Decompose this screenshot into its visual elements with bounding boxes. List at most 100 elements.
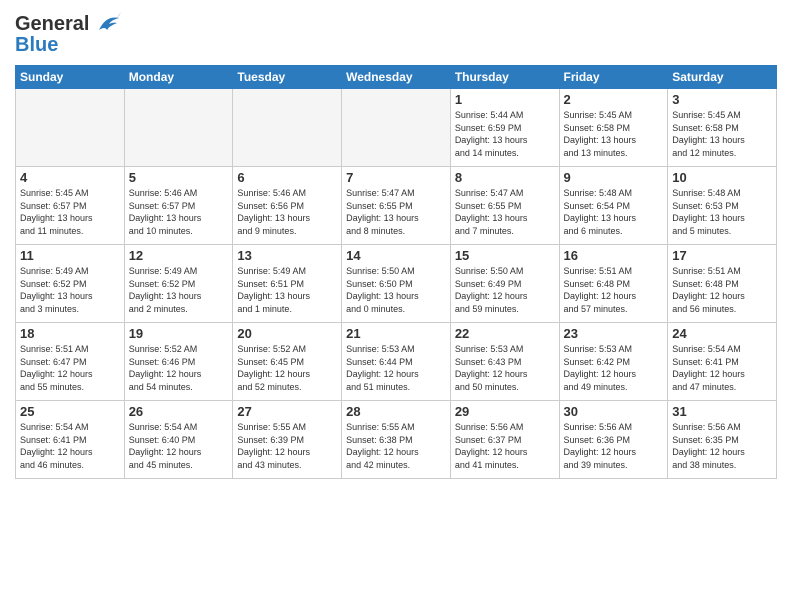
calendar-cell: 19 Sunrise: 5:52 AM Sunset: 6:46 PM Dayli…	[124, 323, 233, 401]
calendar-week-2: 4 Sunrise: 5:45 AM Sunset: 6:57 PM Daylig…	[16, 167, 777, 245]
calendar-week-4: 18 Sunrise: 5:51 AM Sunset: 6:47 PM Dayli…	[16, 323, 777, 401]
calendar-cell: 5 Sunrise: 5:46 AM Sunset: 6:57 PM Daylig…	[124, 167, 233, 245]
calendar-cell: 28Sunrise: 5:55 AM Sunset: 6:38 PM Dayli…	[342, 401, 451, 479]
logo-blue: Blue	[15, 34, 58, 57]
calendar-cell	[233, 89, 342, 167]
day-info: Sunrise: 5:46 AM Sunset: 6:57 PM Dayligh…	[129, 187, 229, 237]
day-info: Sunrise: 5:45 AM Sunset: 6:57 PM Dayligh…	[20, 187, 120, 237]
day-info: Sunrise: 5:44 AM Sunset: 6:59 PM Dayligh…	[455, 109, 555, 159]
day-info: Sunrise: 5:53 AM Sunset: 6:43 PM Dayligh…	[455, 343, 555, 393]
day-number: 10	[672, 170, 772, 185]
calendar-header-row: SundayMondayTuesdayWednesdayThursdayFrid…	[16, 66, 777, 89]
calendar-cell: 21 Sunrise: 5:53 AM Sunset: 6:44 PM Dayli…	[342, 323, 451, 401]
day-number: 2	[564, 92, 664, 107]
day-info: Sunrise: 5:54 AM Sunset: 6:41 PM Dayligh…	[672, 343, 772, 393]
day-info: Sunrise: 5:50 AM Sunset: 6:49 PM Dayligh…	[455, 265, 555, 315]
calendar-cell: 18 Sunrise: 5:51 AM Sunset: 6:47 PM Dayli…	[16, 323, 125, 401]
day-number: 4	[20, 170, 120, 185]
day-info: Sunrise: 5:49 AM Sunset: 6:52 PM Dayligh…	[129, 265, 229, 315]
day-number: 9	[564, 170, 664, 185]
calendar-cell: 6 Sunrise: 5:46 AM Sunset: 6:56 PM Daylig…	[233, 167, 342, 245]
day-number: 11	[20, 248, 120, 263]
calendar-table: SundayMondayTuesdayWednesdayThursdayFrid…	[15, 65, 777, 479]
calendar-cell: 26 Sunrise: 5:54 AM Sunset: 6:40 PM Dayli…	[124, 401, 233, 479]
calendar-cell: 20Sunrise: 5:52 AM Sunset: 6:45 PM Dayli…	[233, 323, 342, 401]
day-number: 16	[564, 248, 664, 263]
day-number: 6	[237, 170, 337, 185]
header-monday: Monday	[124, 66, 233, 89]
calendar-cell	[124, 89, 233, 167]
day-info: Sunrise: 5:49 AM Sunset: 6:52 PM Dayligh…	[20, 265, 120, 315]
header-thursday: Thursday	[450, 66, 559, 89]
day-number: 15	[455, 248, 555, 263]
day-number: 21	[346, 326, 446, 341]
day-info: Sunrise: 5:51 AM Sunset: 6:48 PM Dayligh…	[564, 265, 664, 315]
calendar-cell: 9 Sunrise: 5:48 AM Sunset: 6:54 PM Daylig…	[559, 167, 668, 245]
calendar-cell	[16, 89, 125, 167]
day-number: 17	[672, 248, 772, 263]
day-number: 19	[129, 326, 229, 341]
day-info: Sunrise: 5:54 AM Sunset: 6:40 PM Dayligh…	[129, 421, 229, 471]
day-info: Sunrise: 5:54 AM Sunset: 6:41 PM Dayligh…	[20, 421, 120, 471]
calendar-cell: 14Sunrise: 5:50 AM Sunset: 6:50 PM Dayli…	[342, 245, 451, 323]
header-saturday: Saturday	[668, 66, 777, 89]
day-number: 26	[129, 404, 229, 419]
day-number: 5	[129, 170, 229, 185]
day-number: 24	[672, 326, 772, 341]
day-info: Sunrise: 5:52 AM Sunset: 6:45 PM Dayligh…	[237, 343, 337, 393]
calendar-cell: 29Sunrise: 5:56 AM Sunset: 6:37 PM Dayli…	[450, 401, 559, 479]
day-info: Sunrise: 5:51 AM Sunset: 6:47 PM Dayligh…	[20, 343, 120, 393]
header-tuesday: Tuesday	[233, 66, 342, 89]
calendar-cell: 12 Sunrise: 5:49 AM Sunset: 6:52 PM Dayli…	[124, 245, 233, 323]
day-info: Sunrise: 5:49 AM Sunset: 6:51 PM Dayligh…	[237, 265, 337, 315]
day-number: 12	[129, 248, 229, 263]
calendar-week-5: 25Sunrise: 5:54 AM Sunset: 6:41 PM Dayli…	[16, 401, 777, 479]
calendar-cell: 3 Sunrise: 5:45 AM Sunset: 6:58 PM Daylig…	[668, 89, 777, 167]
day-number: 18	[20, 326, 120, 341]
calendar-cell: 23 Sunrise: 5:53 AM Sunset: 6:42 PM Dayli…	[559, 323, 668, 401]
calendar-cell: 7Sunrise: 5:47 AM Sunset: 6:55 PM Daylig…	[342, 167, 451, 245]
calendar-cell: 11 Sunrise: 5:49 AM Sunset: 6:52 PM Dayli…	[16, 245, 125, 323]
day-number: 7	[346, 170, 446, 185]
day-number: 13	[237, 248, 337, 263]
calendar-cell: 1 Sunrise: 5:44 AM Sunset: 6:59 PM Daylig…	[450, 89, 559, 167]
day-info: Sunrise: 5:53 AM Sunset: 6:42 PM Dayligh…	[564, 343, 664, 393]
logo-general: General	[15, 13, 89, 36]
day-info: Sunrise: 5:48 AM Sunset: 6:54 PM Dayligh…	[564, 187, 664, 237]
day-number: 1	[455, 92, 555, 107]
day-info: Sunrise: 5:48 AM Sunset: 6:53 PM Dayligh…	[672, 187, 772, 237]
header: General Blue	[15, 10, 777, 57]
day-info: Sunrise: 5:45 AM Sunset: 6:58 PM Dayligh…	[564, 109, 664, 159]
calendar-cell: 10 Sunrise: 5:48 AM Sunset: 6:53 PM Dayli…	[668, 167, 777, 245]
day-number: 30	[564, 404, 664, 419]
logo: General Blue	[15, 10, 121, 57]
day-info: Sunrise: 5:45 AM Sunset: 6:58 PM Dayligh…	[672, 109, 772, 159]
calendar-cell: 15 Sunrise: 5:50 AM Sunset: 6:49 PM Dayli…	[450, 245, 559, 323]
day-info: Sunrise: 5:53 AM Sunset: 6:44 PM Dayligh…	[346, 343, 446, 393]
day-info: Sunrise: 5:47 AM Sunset: 6:55 PM Dayligh…	[455, 187, 555, 237]
header-sunday: Sunday	[16, 66, 125, 89]
calendar-cell: 13 Sunrise: 5:49 AM Sunset: 6:51 PM Dayli…	[233, 245, 342, 323]
calendar-cell: 22 Sunrise: 5:53 AM Sunset: 6:43 PM Dayli…	[450, 323, 559, 401]
day-info: Sunrise: 5:56 AM Sunset: 6:35 PM Dayligh…	[672, 421, 772, 471]
day-number: 14	[346, 248, 446, 263]
logo-bird-icon	[91, 10, 121, 38]
calendar-cell: 4 Sunrise: 5:45 AM Sunset: 6:57 PM Daylig…	[16, 167, 125, 245]
calendar-cell: 2 Sunrise: 5:45 AM Sunset: 6:58 PM Daylig…	[559, 89, 668, 167]
calendar-cell: 17 Sunrise: 5:51 AM Sunset: 6:48 PM Dayli…	[668, 245, 777, 323]
calendar-cell: 8Sunrise: 5:47 AM Sunset: 6:55 PM Daylig…	[450, 167, 559, 245]
calendar-cell: 27Sunrise: 5:55 AM Sunset: 6:39 PM Dayli…	[233, 401, 342, 479]
page-container: General Blue SundayMondayTuesdayWednesda…	[0, 0, 792, 612]
calendar-cell: 24 Sunrise: 5:54 AM Sunset: 6:41 PM Dayli…	[668, 323, 777, 401]
day-info: Sunrise: 5:46 AM Sunset: 6:56 PM Dayligh…	[237, 187, 337, 237]
header-friday: Friday	[559, 66, 668, 89]
day-info: Sunrise: 5:52 AM Sunset: 6:46 PM Dayligh…	[129, 343, 229, 393]
calendar-week-3: 11 Sunrise: 5:49 AM Sunset: 6:52 PM Dayli…	[16, 245, 777, 323]
calendar-cell: 16 Sunrise: 5:51 AM Sunset: 6:48 PM Dayli…	[559, 245, 668, 323]
day-info: Sunrise: 5:51 AM Sunset: 6:48 PM Dayligh…	[672, 265, 772, 315]
day-number: 23	[564, 326, 664, 341]
day-number: 3	[672, 92, 772, 107]
calendar-cell: 25Sunrise: 5:54 AM Sunset: 6:41 PM Dayli…	[16, 401, 125, 479]
calendar-cell	[342, 89, 451, 167]
day-number: 22	[455, 326, 555, 341]
